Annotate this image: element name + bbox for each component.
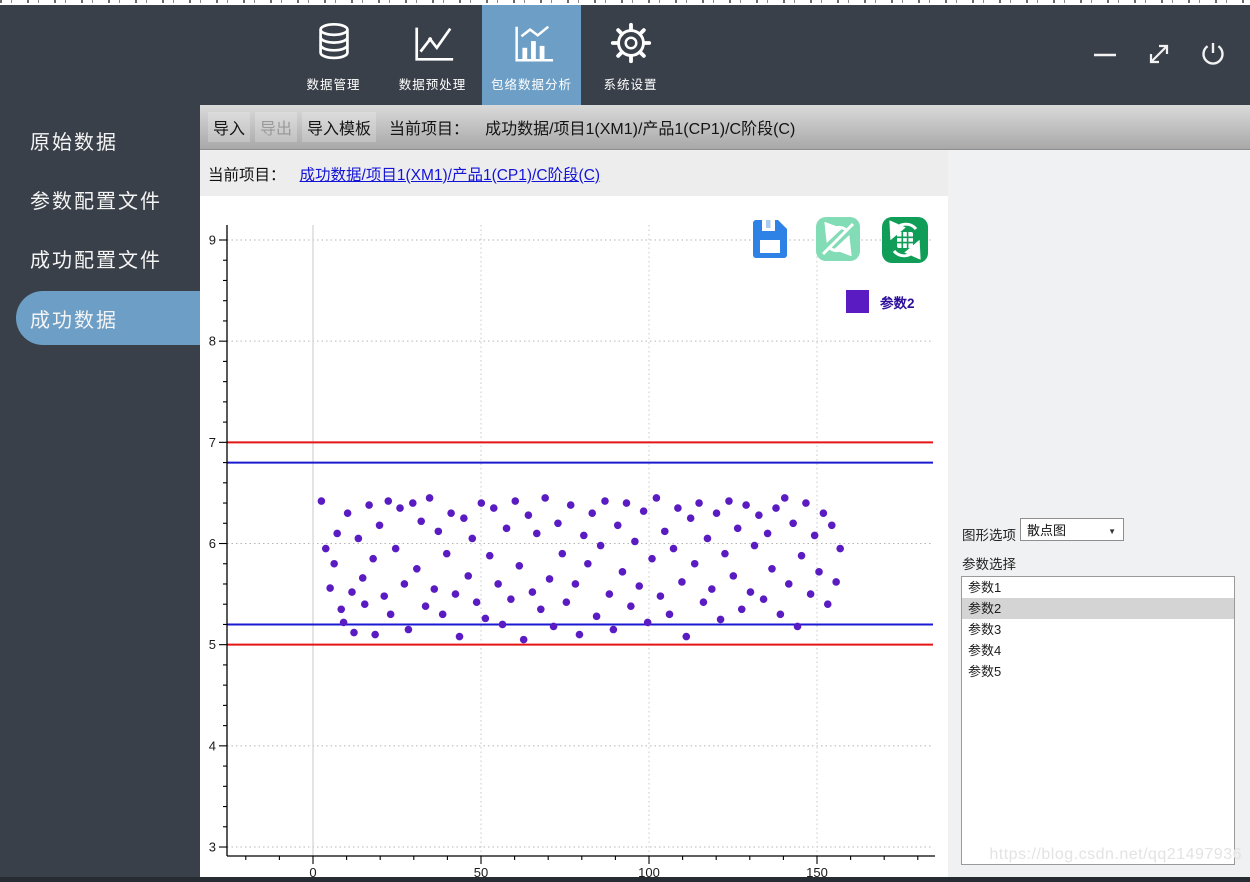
tab-envelope-analysis[interactable]: 包络数据分析 [482, 5, 581, 105]
sidebar: 原始数据 参数配置文件 成功配置文件 成功数据 [0, 105, 200, 882]
tab-data-management[interactable]: 数据管理 [284, 5, 383, 105]
watermark: https://blog.csdn.net/qq21497936 [989, 846, 1242, 863]
line-chart-icon [410, 18, 456, 68]
list-item-param4[interactable]: 参数4 [962, 640, 1234, 661]
import-template-button[interactable]: 导入模板 [302, 112, 377, 142]
right-panel: 图形选项 散点图 ▼ 参数选择 参数1 参数2 参数3 参数4 参数5 http… [948, 150, 1250, 877]
legend-swatch [846, 290, 869, 313]
svg-text:50: 50 [474, 865, 488, 877]
svg-text:3: 3 [209, 840, 216, 855]
action-toolbar: 导入 导出 导入模板 当前项目： 成功数据/项目1(XM1)/产品1(CP1)/… [200, 105, 1250, 150]
export-button[interactable]: 导出 [255, 112, 298, 142]
tab-system-settings[interactable]: 系统设置 [581, 5, 680, 105]
sidebar-item-success-config[interactable]: 成功配置文件 [0, 229, 200, 288]
svg-text:150: 150 [806, 865, 828, 877]
tab-label: 数据管理 [306, 78, 361, 92]
chart-type-dropdown[interactable]: 散点图 ▼ [1020, 518, 1124, 541]
svg-text:6: 6 [209, 536, 216, 551]
scatter-plot: 3 4 5 6 7 8 9 0 50 100 150 [209, 225, 935, 877]
minimize-icon[interactable] [1090, 39, 1120, 69]
param-listbox[interactable]: 参数1 参数2 参数3 参数4 参数5 [961, 576, 1235, 865]
svg-text:0: 0 [309, 865, 316, 877]
refresh-table-icon[interactable] [882, 217, 928, 268]
tab-data-preprocess[interactable]: 数据预处理 [383, 5, 482, 105]
chart-type-value: 散点图 [1027, 523, 1067, 538]
chevron-down-icon: ▼ [1108, 527, 1116, 536]
tab-label: 数据预处理 [398, 78, 467, 92]
legend-label: 参数2 [880, 295, 915, 311]
database-icon [311, 18, 357, 68]
tab-label: 系统设置 [603, 78, 658, 92]
toolbar-tabs: 数据管理 数据预处理 包络数据分析 系统设置 [284, 5, 680, 105]
tab-label: 包络数据分析 [490, 78, 572, 92]
svg-text:9: 9 [209, 233, 216, 248]
chart-legend: 参数2 [846, 290, 915, 313]
power-icon[interactable] [1198, 39, 1228, 69]
gear-icon [608, 18, 654, 68]
current-project-label: 当前项目： [389, 121, 470, 138]
window-bottom-edge [0, 877, 1250, 882]
import-button[interactable]: 导入 [208, 112, 251, 142]
svg-text:5: 5 [209, 637, 216, 652]
param-select-label: 参数选择 [962, 557, 1016, 572]
svg-text:4: 4 [209, 738, 216, 753]
sidebar-item-param-config[interactable]: 参数配置文件 [0, 170, 200, 229]
chart-area: 3 4 5 6 7 8 9 0 50 100 150 参数2 [200, 196, 948, 877]
save-icon[interactable] [751, 218, 789, 265]
project-link[interactable]: 成功数据/项目1(XM1)/产品1(CP1)/C阶段(C) [300, 163, 601, 185]
svg-text:8: 8 [209, 334, 216, 349]
list-item-param1[interactable]: 参数1 [962, 577, 1234, 598]
sidebar-item-success-data[interactable]: 成功数据 [16, 291, 200, 345]
top-toolbar: 数据管理 数据预处理 包络数据分析 系统设置 [0, 5, 1250, 105]
project-row-label: 当前项目： [208, 166, 286, 184]
svg-text:7: 7 [209, 435, 216, 450]
refresh-off-icon[interactable] [816, 217, 860, 266]
maximize-icon[interactable] [1144, 39, 1174, 69]
list-item-param2[interactable]: 参数2 [962, 598, 1234, 619]
sidebar-item-raw-data[interactable]: 原始数据 [0, 111, 200, 170]
current-project-path: 成功数据/项目1(XM1)/产品1(CP1)/C阶段(C) [485, 121, 796, 138]
list-item-param3[interactable]: 参数3 [962, 619, 1234, 640]
project-row: 当前项目： 成功数据/项目1(XM1)/产品1(CP1)/C阶段(C) [200, 151, 948, 196]
chart-option-label: 图形选项 [962, 528, 1016, 543]
bar-chart-icon [509, 18, 555, 68]
list-item-param5[interactable]: 参数5 [962, 661, 1234, 682]
svg-text:100: 100 [638, 865, 660, 877]
window-controls [1090, 39, 1228, 69]
